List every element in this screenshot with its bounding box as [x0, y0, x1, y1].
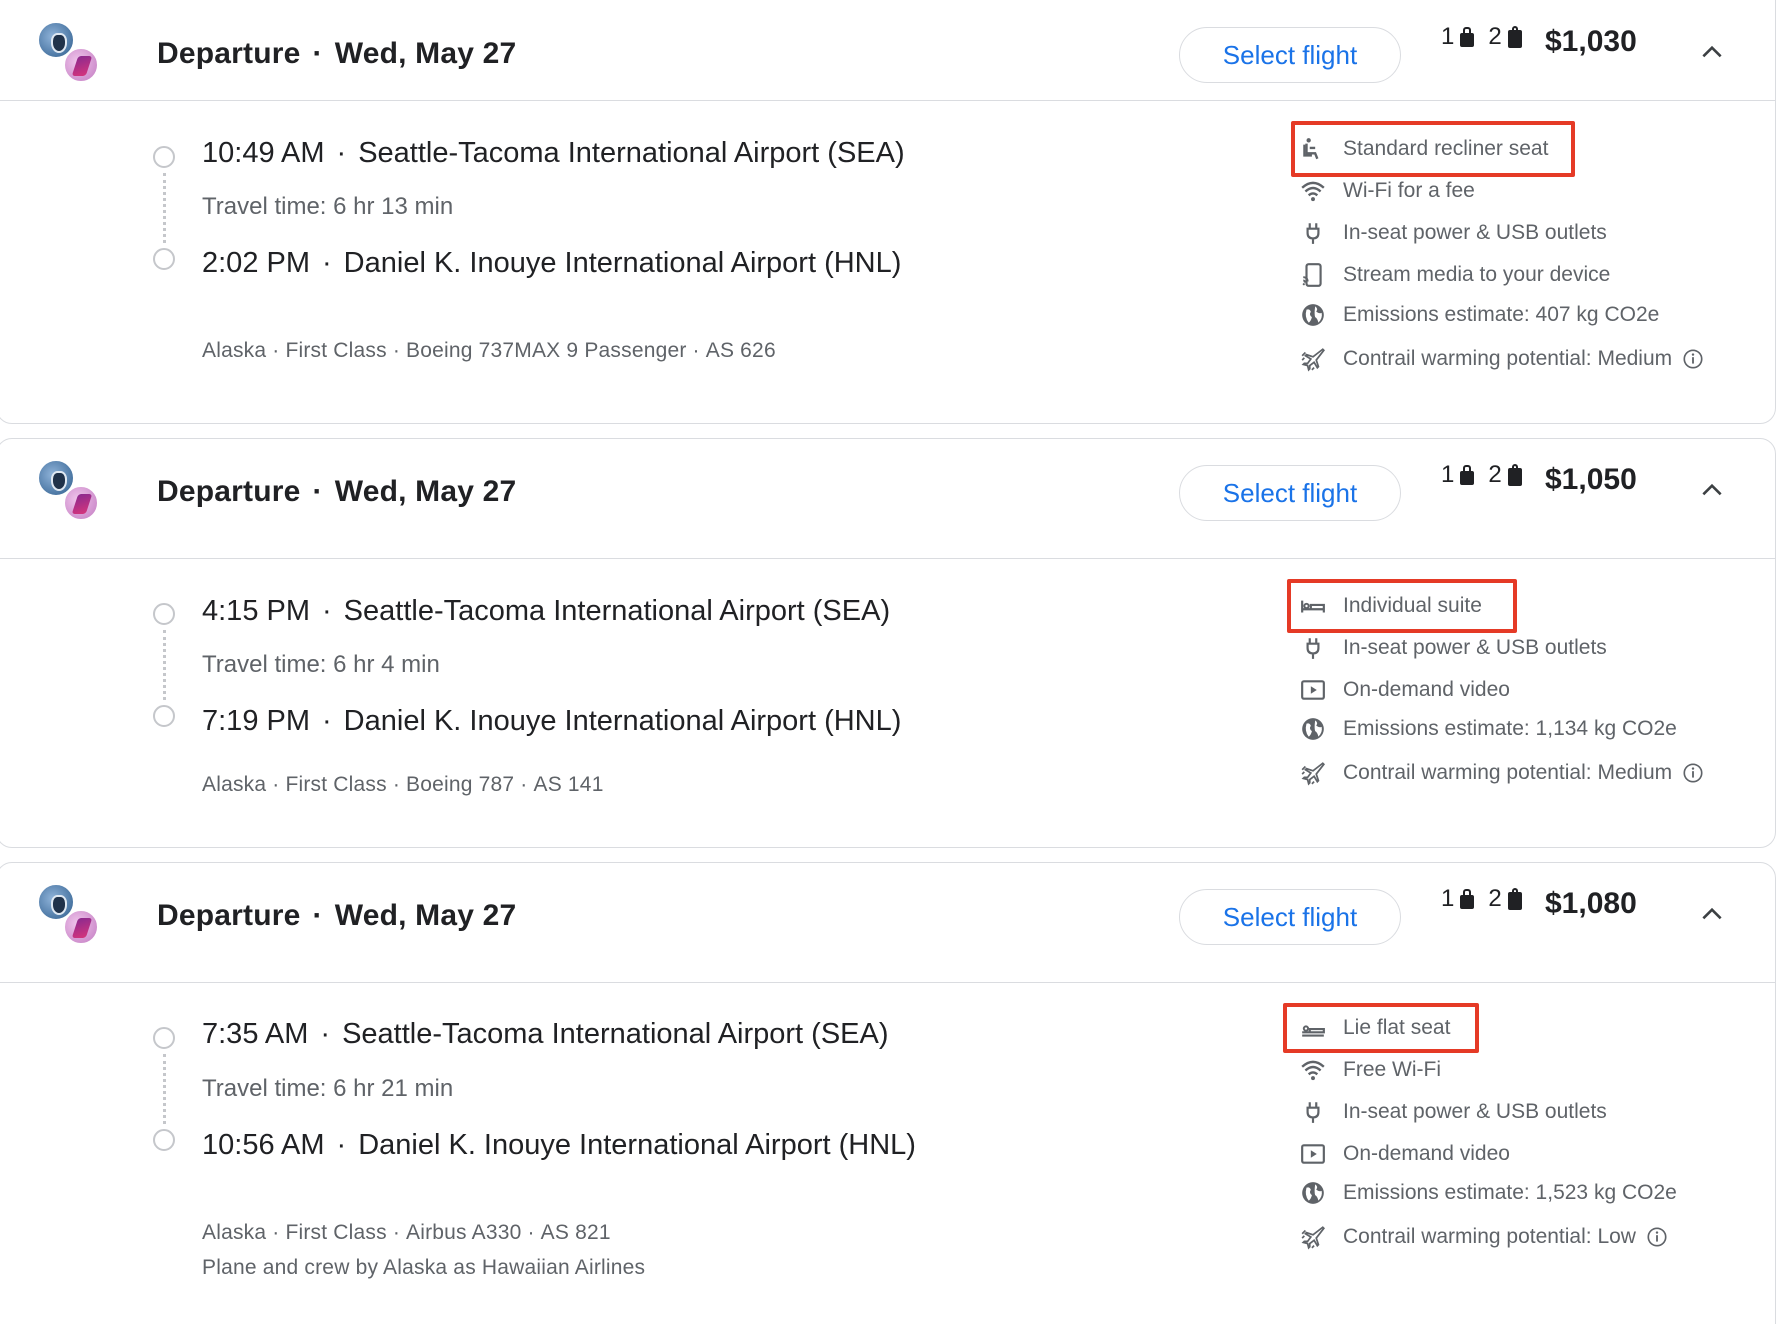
timeline-line	[163, 630, 166, 700]
operated-by-note: Plane and crew by Alaska as Hawaiian Air…	[202, 1256, 646, 1279]
departure-dot	[153, 146, 175, 168]
flight-price: $1,050	[1545, 463, 1637, 496]
checked-bag-icon	[1507, 888, 1522, 910]
departure-row: 4:15 PM · Seattle-Tacoma International Air…	[202, 595, 891, 627]
amenity-item: Stream media to your device	[1297, 257, 1610, 293]
flight-card-header[interactable]: Departure · Wed, May 27 Select flight 1 2 …	[0, 0, 1775, 101]
checked-bag-icon	[1507, 26, 1522, 48]
flight-info-line: Alaska · First Class · Airbus A330 · AS 821	[202, 1221, 611, 1244]
travel-time: Travel time: 6 hr 4 min	[202, 651, 440, 678]
airline-logo	[37, 21, 101, 85]
checked-bag-icon	[1507, 464, 1522, 486]
contrail-icon	[1297, 343, 1329, 375]
info-icon[interactable]	[1646, 1226, 1668, 1248]
flight-card-header[interactable]: Departure · Wed, May 27 Select flight 1 2 …	[0, 863, 1775, 983]
flight-info-line: Alaska · First Class · Boeing 737MAX 9 Passe…	[202, 339, 776, 362]
amenity-item: Standard recliner seat	[1297, 131, 1548, 167]
wifi-icon	[1297, 175, 1329, 207]
arrival-dot	[153, 705, 175, 727]
amenity-item: Contrail warming potential: Low	[1297, 1219, 1668, 1255]
airline-logo	[37, 459, 101, 523]
contrail-icon	[1297, 1221, 1329, 1253]
power-plug-icon	[1297, 1096, 1329, 1128]
departure-row: 10:49 AM · Seattle-Tacoma International Ai…	[202, 137, 905, 169]
airline-logo	[37, 883, 101, 947]
power-plug-icon	[1297, 217, 1329, 249]
wifi-icon	[1297, 1054, 1329, 1086]
flight-card: Departure · Wed, May 27 Select flight 1 2 …	[0, 0, 1776, 424]
carry-on-bag-icon	[1460, 889, 1475, 909]
globe-icon	[1297, 299, 1329, 331]
baggage-info: 1 2	[1441, 461, 1536, 489]
select-flight-button[interactable]: Select flight	[1179, 465, 1401, 521]
departure-title: Departure · Wed, May 27	[157, 899, 517, 932]
carry-on-bag-icon	[1460, 27, 1475, 47]
baggage-info: 1 2	[1441, 23, 1536, 51]
select-flight-button[interactable]: Select flight	[1179, 889, 1401, 945]
globe-icon	[1297, 713, 1329, 745]
departure-date: Wed, May 27	[334, 37, 517, 70]
departure-title: Departure · Wed, May 27	[157, 37, 517, 70]
amenity-item: Lie flat seat	[1297, 1010, 1450, 1046]
flight-price: $1,080	[1545, 887, 1637, 920]
amenity-item: Wi-Fi for a fee	[1297, 173, 1475, 209]
timeline-line	[163, 173, 166, 243]
amenity-item: Free Wi-Fi	[1297, 1052, 1441, 1088]
amenity-item: Emissions estimate: 1,523 kg CO2e	[1297, 1175, 1677, 1211]
amenity-item: Emissions estimate: 1,134 kg CO2e	[1297, 711, 1677, 747]
suite-icon	[1297, 590, 1329, 622]
recliner-seat-icon	[1297, 133, 1329, 165]
stream-media-icon	[1297, 259, 1329, 291]
departure-title: Departure · Wed, May 27	[157, 475, 517, 508]
amenity-item: In-seat power & USB outlets	[1297, 630, 1607, 666]
flight-card: Departure · Wed, May 27 Select flight 1 2 …	[0, 862, 1776, 1324]
power-plug-icon	[1297, 632, 1329, 664]
arrival-dot	[153, 248, 175, 270]
carry-on-bag-icon	[1460, 465, 1475, 485]
video-icon	[1297, 674, 1329, 706]
departure-dot	[153, 1027, 175, 1049]
travel-time: Travel time: 6 hr 13 min	[202, 193, 454, 220]
departure-date: Wed, May 27	[334, 899, 517, 932]
flight-card-header[interactable]: Departure · Wed, May 27 Select flight 1 2 …	[0, 439, 1775, 559]
amenity-item: In-seat power & USB outlets	[1297, 1094, 1607, 1130]
flight-card: Departure · Wed, May 27 Select flight 1 2 …	[0, 438, 1776, 848]
video-icon	[1297, 1138, 1329, 1170]
lie-flat-seat-icon	[1297, 1012, 1329, 1044]
flight-info-line: Alaska · First Class · Boeing 787 · AS 141	[202, 773, 604, 796]
amenity-item: Individual suite	[1297, 588, 1482, 624]
departure-date: Wed, May 27	[334, 475, 517, 508]
collapse-chevron-icon[interactable]	[1697, 37, 1727, 67]
amenity-item: Contrail warming potential: Medium	[1297, 755, 1704, 791]
collapse-chevron-icon[interactable]	[1697, 899, 1727, 929]
timeline-line	[163, 1054, 166, 1124]
info-icon[interactable]	[1682, 348, 1704, 370]
collapse-chevron-icon[interactable]	[1697, 475, 1727, 505]
amenity-item: On-demand video	[1297, 1136, 1510, 1172]
departure-row: 7:35 AM · Seattle-Tacoma International Air…	[202, 1018, 889, 1050]
arrival-row: 10:56 AM · Daniel K. Inouye International …	[202, 1129, 916, 1161]
baggage-info: 1 2	[1441, 885, 1536, 913]
amenity-item: Emissions estimate: 407 kg CO2e	[1297, 297, 1659, 333]
amenity-item: In-seat power & USB outlets	[1297, 215, 1607, 251]
amenity-item: On-demand video	[1297, 672, 1510, 708]
globe-icon	[1297, 1177, 1329, 1209]
contrail-icon	[1297, 757, 1329, 789]
arrival-dot	[153, 1129, 175, 1151]
info-icon[interactable]	[1682, 762, 1704, 784]
departure-dot	[153, 603, 175, 625]
arrival-row: 7:19 PM · Daniel K. Inouye International A…	[202, 705, 902, 737]
select-flight-button[interactable]: Select flight	[1179, 27, 1401, 83]
travel-time: Travel time: 6 hr 21 min	[202, 1075, 454, 1102]
arrival-row: 2:02 PM · Daniel K. Inouye International A…	[202, 247, 902, 279]
flight-price: $1,030	[1545, 25, 1637, 58]
amenity-item: Contrail warming potential: Medium	[1297, 341, 1704, 377]
